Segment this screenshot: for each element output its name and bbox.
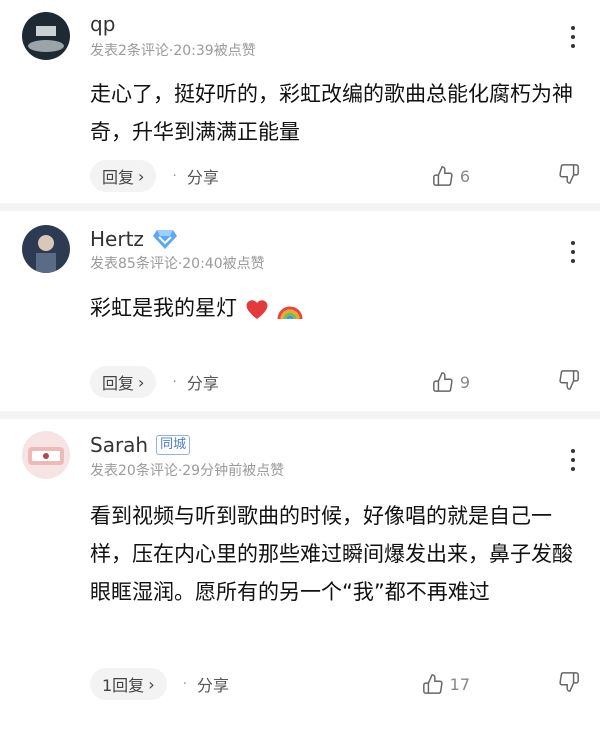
divider [0,203,600,211]
username[interactable]: Hertz [90,227,144,251]
comment-text: 走心了，挺好听的，彩虹改编的歌曲总能化腐朽为神奇，升华到满满正能量 [90,82,573,144]
like-count: 9 [459,372,470,392]
reply-button[interactable]: 回复 › [90,366,157,398]
thumbs-up-icon [422,674,443,694]
reply-button[interactable]: 1回复 › [90,668,167,700]
avatar[interactable] [22,225,70,273]
thumbs-down-icon [559,370,579,390]
share-button[interactable]: 分享 [197,672,229,696]
username[interactable]: qp [90,12,115,36]
thumbs-down-icon [559,164,579,184]
comment-item: qp 发表2条评论·20:39被点赞 走心了，挺好听的，彩虹改编的歌曲总能化腐朽… [0,0,600,203]
chevron-right-icon: › [138,166,145,186]
more-options-icon[interactable] [570,26,576,48]
like-count: 6 [459,166,470,186]
chevron-right-icon: › [138,372,145,392]
username[interactable]: Sarah [90,433,148,457]
comment-meta: 发表85条评论·20:40被点赞 [90,256,265,272]
separator-dot: · [172,374,177,390]
thumbs-up-icon [432,166,453,186]
like-count: 17 [449,674,470,694]
separator-dot: · [172,168,177,184]
reply-label: 回复 [102,374,135,393]
share-button[interactable]: 分享 [187,370,219,394]
reply-label: 1回复 [102,676,145,695]
diamond-icon [152,230,177,249]
comment-item: Sarah 同城 发表20条评论·29分钟前被点赞 看到视频与听到歌曲的时候，好… [0,419,600,731]
like-button[interactable]: 17 [422,673,470,695]
more-options-icon[interactable] [570,241,576,263]
comment-item: Hertz 发表85条评论·20:40被点赞 彩虹是我的星灯 回复 › · 分享… [0,211,600,411]
comment-meta: 发表2条评论·20:39被点赞 [90,43,256,59]
avatar[interactable] [22,431,70,479]
reply-button[interactable]: 回复 › [90,160,157,192]
rainbow-emoji [277,306,303,320]
share-button[interactable]: 分享 [187,164,219,188]
dislike-button[interactable] [558,369,580,395]
thumbs-down-icon [559,672,579,692]
comment-text: 看到视频与听到歌曲的时候，好像唱的就是自己一样，压在内心里的那些难过瞬间爆发出来… [90,504,573,604]
same-city-tag: 同城 [156,435,191,455]
comment-text: 彩虹是我的星灯 [90,296,237,320]
thumbs-up-icon [432,372,453,392]
comment-meta: 发表20条评论·29分钟前被点赞 [90,463,285,479]
dislike-button[interactable] [558,163,580,189]
dislike-button[interactable] [558,671,580,697]
red-heart-emoji [246,300,268,319]
like-button[interactable]: 9 [432,371,470,393]
chevron-right-icon: › [148,674,155,694]
comment-text-wrapper: 彩虹是我的星灯 [90,289,582,327]
avatar[interactable] [22,12,70,60]
like-button[interactable]: 6 [432,165,470,187]
more-options-icon[interactable] [570,449,576,471]
separator-dot: · [182,676,188,692]
reply-label: 回复 [102,168,135,187]
divider [0,411,600,419]
